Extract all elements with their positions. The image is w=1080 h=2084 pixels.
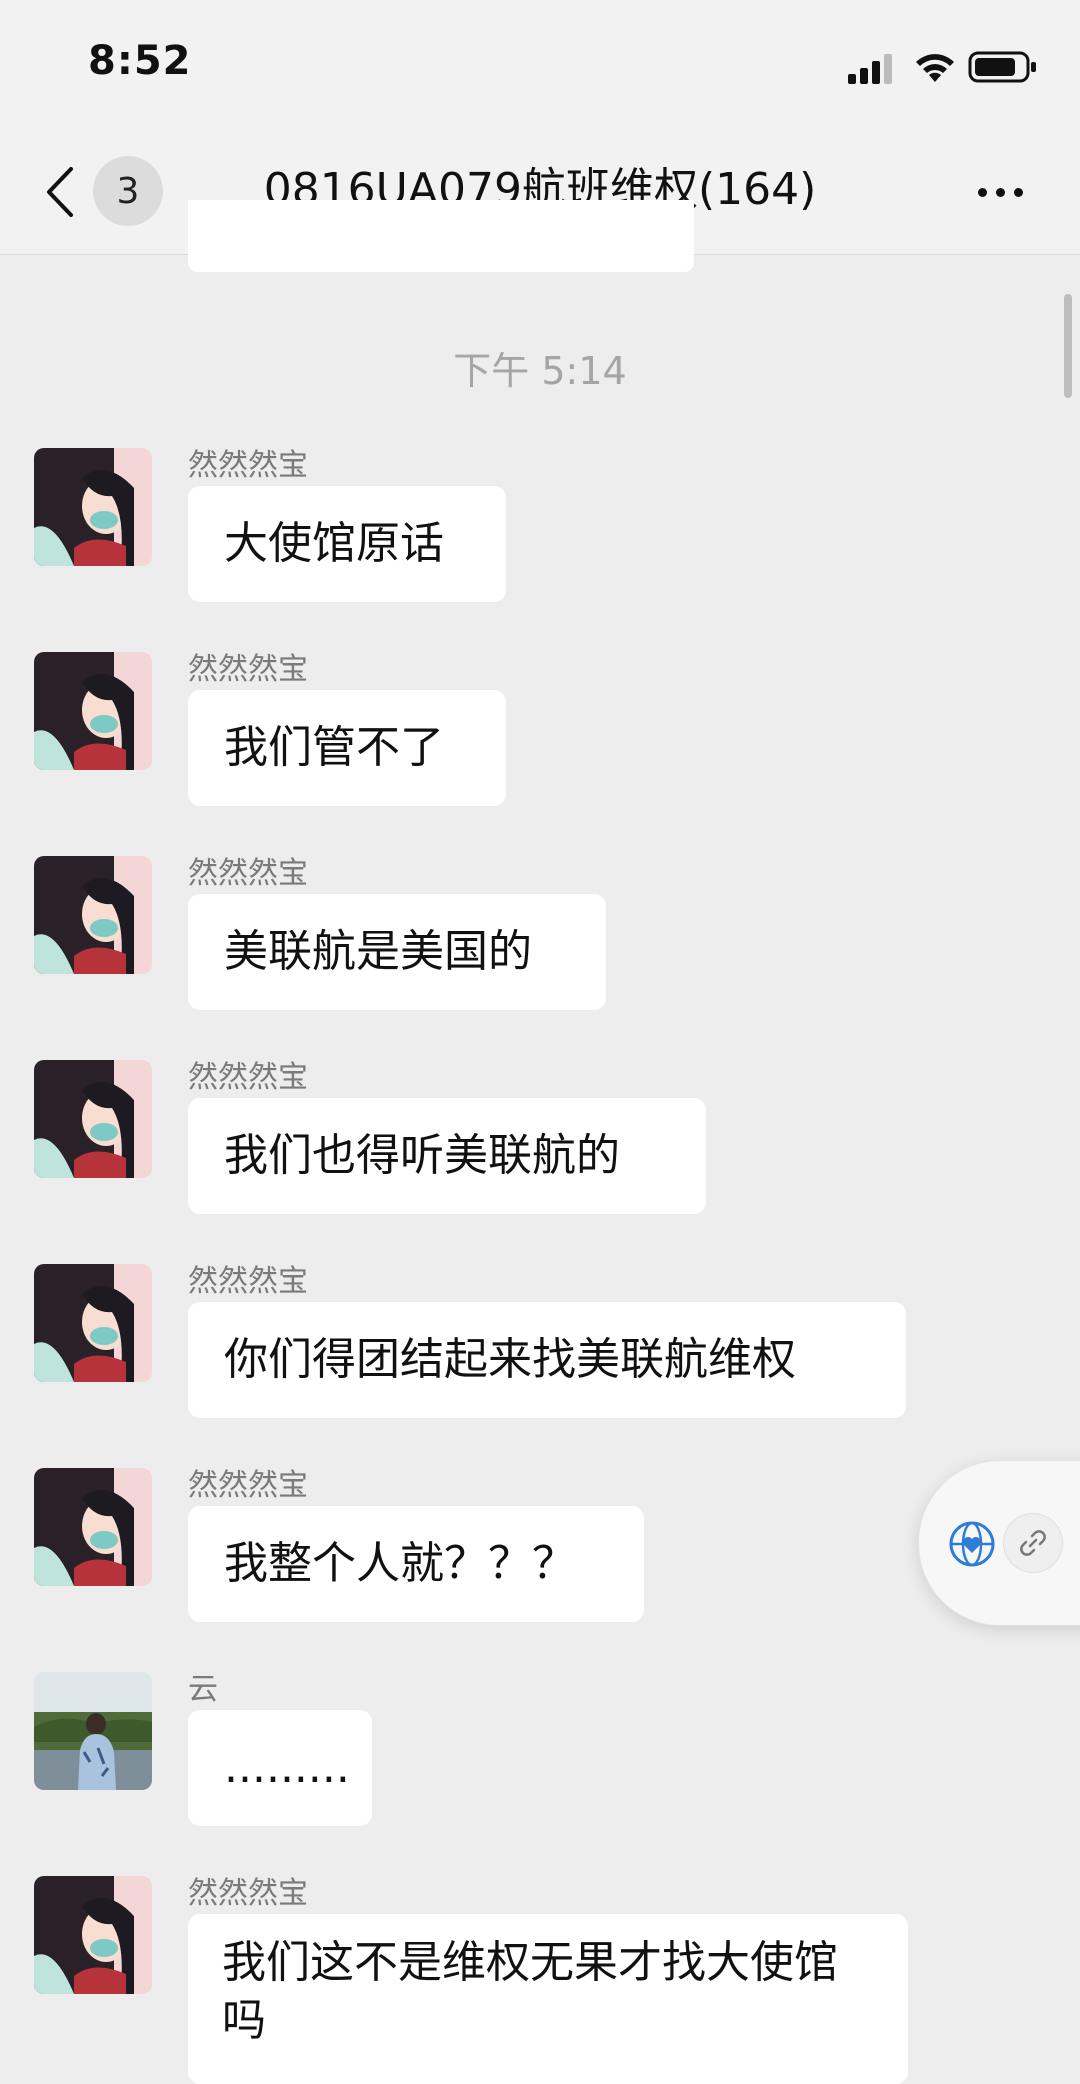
more-dots-icon: [977, 187, 987, 197]
link-icon[interactable]: [1003, 1513, 1063, 1573]
avatar[interactable]: [34, 856, 152, 974]
chevron-left-icon: [47, 167, 73, 217]
wifi-icon: [916, 54, 954, 82]
avatar[interactable]: [34, 1264, 152, 1382]
status-time: 8:52: [88, 38, 192, 84]
message-bubble[interactable]: 我们管不了: [188, 690, 506, 806]
more-dots-icon: [1013, 187, 1023, 197]
globe-heart-icon: [949, 1521, 995, 1567]
message-bubble[interactable]: 我整个人就？？？: [188, 1506, 644, 1622]
sender-name: 然然然宝: [188, 1468, 308, 1503]
message-timestamp: 下午 5:14: [453, 349, 627, 393]
more-dots-icon: [995, 187, 1005, 197]
message-bubble[interactable]: 你们得团结起来找美联航维权: [188, 1302, 906, 1418]
sender-name: 然然然宝: [188, 856, 308, 891]
more-options-button[interactable]: [970, 170, 1030, 214]
message-bubble[interactable]: 美联航是美国的: [188, 894, 606, 1010]
cellular-signal-icon: [848, 54, 892, 84]
avatar[interactable]: [34, 1876, 152, 1994]
sender-name: 云: [188, 1672, 218, 1707]
status-bar: 8:52: [0, 0, 1080, 130]
back-button[interactable]: [40, 158, 80, 226]
floating-window-widget[interactable]: [918, 1460, 1080, 1626]
sender-name: 然然然宝: [188, 1264, 308, 1299]
sender-name: 然然然宝: [188, 1060, 308, 1095]
message-bubble[interactable]: .........: [188, 1710, 372, 1826]
avatar[interactable]: [34, 1468, 152, 1586]
sender-name: 然然然宝: [188, 652, 308, 687]
battery-icon: [968, 51, 1036, 83]
avatar[interactable]: [34, 1060, 152, 1178]
avatar[interactable]: [34, 448, 152, 566]
sender-name: 然然然宝: [188, 1876, 308, 1911]
message-bubble[interactable]: 大使馆原话: [188, 486, 506, 602]
sender-name: 然然然宝: [188, 448, 308, 483]
unread-count-badge[interactable]: 3: [93, 156, 163, 226]
chain-link-icon: [1020, 1530, 1046, 1556]
message-bubble[interactable]: 我们这不是维权无果才找大使馆吗: [188, 1914, 908, 2084]
avatar[interactable]: [34, 1672, 152, 1790]
previous-message-bubble[interactable]: [188, 200, 694, 272]
message-bubble[interactable]: 我们也得听美联航的: [188, 1098, 706, 1214]
avatar[interactable]: [34, 652, 152, 770]
